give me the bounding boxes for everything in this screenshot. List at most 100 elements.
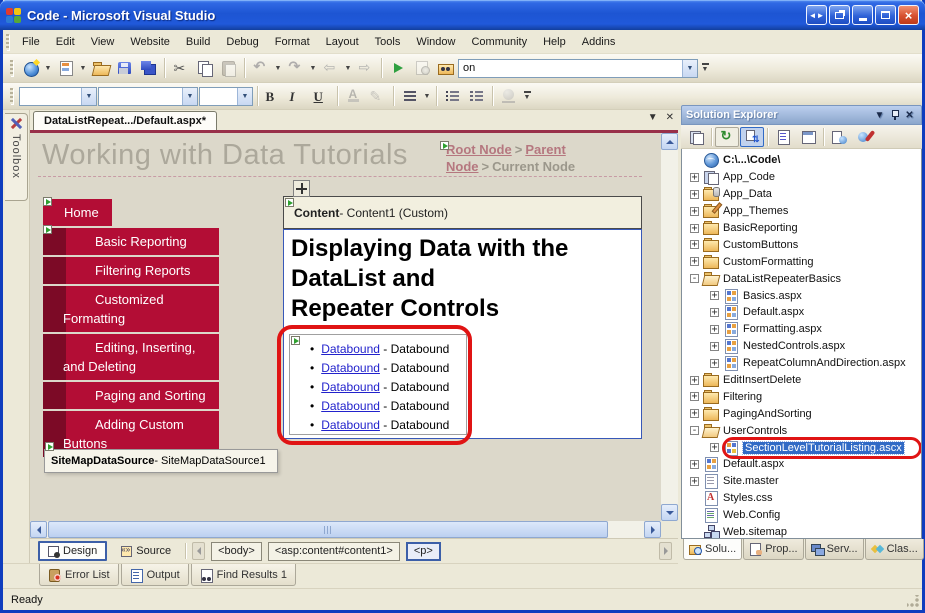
toolbar-options-button[interactable]: ▼ (521, 86, 533, 106)
tab-server-explorer[interactable]: Serv... (805, 539, 864, 560)
refresh-button[interactable] (715, 127, 739, 147)
tag-scroll-left-button[interactable] (192, 542, 205, 560)
resize-grip[interactable] (907, 595, 920, 608)
menu-window[interactable]: Window (408, 32, 463, 52)
sitemapdatasource-label[interactable]: SiteMapDataSource - SiteMapDataSource1 (44, 449, 278, 473)
tree-item[interactable]: +CustomFormatting (682, 253, 921, 270)
nav-menu-item[interactable]: Editing, Inserting, and Deleting (43, 334, 219, 380)
menu-help[interactable]: Help (535, 32, 574, 52)
tree-item[interactable]: +Site.master (682, 473, 921, 490)
toolbar-options-button[interactable]: ▼ (699, 58, 711, 78)
tab-class-view[interactable]: Clas... (865, 539, 924, 560)
start-debugging-button[interactable] (386, 57, 409, 79)
nav-menu-item[interactable]: Basic Reporting (43, 228, 219, 255)
document-list-dropdown[interactable]: ▼ (648, 112, 658, 123)
tree-item[interactable]: +Basics.aspx (682, 287, 921, 304)
tab-solution-explorer[interactable]: Solu... (683, 539, 742, 560)
menu-website[interactable]: Website (122, 32, 178, 52)
title-arrows-button[interactable]: ◄► (806, 5, 827, 25)
tree-item[interactable]: C:\...\Code\ (682, 152, 921, 169)
nav-menu-item[interactable]: Paging and Sorting (43, 382, 219, 409)
design-surface[interactable]: Working with Data Tutorials Root Node>Pa… (30, 130, 678, 538)
copy-button[interactable] (193, 57, 216, 79)
tree-item[interactable]: +NestedControls.aspx (682, 338, 921, 355)
tree-expander-icon[interactable]: + (690, 190, 699, 199)
save-all-button[interactable] (137, 57, 160, 79)
undo-button[interactable] (249, 57, 272, 79)
tab-find-results[interactable]: Find Results 1 (191, 564, 296, 586)
font-size-dropdown[interactable]: ▼ (237, 88, 252, 105)
tree-item[interactable]: -DataListRepeaterBasics (682, 270, 921, 287)
design-view-button[interactable]: Design (38, 541, 107, 561)
view-designer-button[interactable] (796, 127, 820, 147)
tree-expander-icon[interactable]: + (710, 342, 719, 351)
redo-button[interactable] (284, 57, 307, 79)
tree-item[interactable]: Styles.css (682, 490, 921, 507)
tree-item[interactable]: +App_Data (682, 186, 921, 203)
properties-button[interactable] (684, 127, 708, 147)
menu-tools[interactable]: Tools (367, 32, 409, 52)
toolbox-tab[interactable]: Toolbox (5, 113, 28, 201)
nav-menu-home[interactable]: Home (43, 199, 112, 226)
tree-item[interactable]: +BasicReporting (682, 220, 921, 237)
tab-properties[interactable]: Prop... (743, 539, 803, 560)
tree-item[interactable]: +RepeatColumnAndDirection.aspx (682, 355, 921, 372)
tree-expander-icon[interactable]: + (690, 173, 699, 182)
menu-community[interactable]: Community (463, 32, 535, 52)
tree-expander-icon[interactable]: + (690, 240, 699, 249)
tree-item[interactable]: Web.Config (682, 507, 921, 524)
undo-dropdown[interactable]: ▼ (273, 65, 283, 72)
menu-debug[interactable]: Debug (218, 32, 266, 52)
tree-item[interactable]: +PagingAndSorting (682, 405, 921, 422)
tag-p-button[interactable]: <p> (406, 542, 441, 561)
tag-body-button[interactable]: <body> (211, 542, 262, 561)
navigate-backward-dropdown[interactable]: ▼ (343, 65, 353, 72)
tree-item[interactable]: +App_Themes (682, 203, 921, 220)
source-view-button[interactable]: Source (113, 541, 179, 561)
tree-expander-icon[interactable]: - (690, 426, 699, 435)
content-control-header[interactable]: Content - Content1 (Custom) (283, 196, 642, 229)
menu-addins[interactable]: Addins (574, 32, 624, 52)
tree-item[interactable]: +App_Code (682, 169, 921, 186)
tree-item[interactable]: +Filtering (682, 388, 921, 405)
underline-button[interactable] (310, 85, 333, 107)
vertical-scrollbar[interactable] (661, 133, 678, 521)
tree-item-selected[interactable]: +SectionLevelTutorialListing.ascx (682, 439, 921, 456)
tab-error-list[interactable]: Error List (39, 564, 119, 586)
window-position-dropdown[interactable]: ▼ (872, 108, 887, 122)
tag-scroll-right-button[interactable] (659, 542, 672, 560)
cut-button[interactable] (169, 57, 192, 79)
scroll-right-button[interactable] (644, 521, 661, 538)
tree-expander-icon[interactable]: + (690, 376, 699, 385)
view-in-browser-button[interactable] (410, 57, 433, 79)
font-size-combo[interactable]: ▼ (199, 87, 253, 106)
bold-button[interactable] (262, 85, 285, 107)
menu-format[interactable]: Format (267, 32, 318, 52)
tree-item[interactable]: Web.sitemap (682, 524, 921, 539)
breadcrumb-root-link[interactable]: Root Node (446, 142, 512, 157)
tree-item[interactable]: +EditInsertDelete (682, 372, 921, 389)
tree-item[interactable]: -UserControls (682, 422, 921, 439)
menu-build[interactable]: Build (178, 32, 218, 52)
font-name-dropdown[interactable]: ▼ (182, 88, 197, 105)
maximize-button[interactable] (875, 5, 896, 25)
find-in-files-button[interactable] (434, 57, 457, 79)
tree-item[interactable]: +Default.aspx (682, 456, 921, 473)
toolbar-grip[interactable] (10, 60, 13, 76)
find-combo-dropdown[interactable]: ▼ (682, 60, 697, 77)
toolbar-grip[interactable] (10, 88, 13, 104)
tree-expander-icon[interactable]: + (710, 325, 719, 334)
tree-item[interactable]: +CustomButtons (682, 236, 921, 253)
scrollbar-thumb[interactable] (48, 521, 608, 538)
open-file-button[interactable] (89, 57, 112, 79)
tree-expander-icon[interactable]: + (690, 477, 699, 486)
close-button[interactable]: × (898, 5, 919, 25)
tree-expander-icon[interactable]: + (710, 308, 719, 317)
menu-view[interactable]: View (83, 32, 123, 52)
paste-button[interactable] (217, 57, 240, 79)
menu-edit[interactable]: Edit (48, 32, 83, 52)
numbered-list-button[interactable] (465, 85, 488, 107)
bullet-list-button[interactable] (441, 85, 464, 107)
horizontal-scrollbar[interactable] (30, 521, 661, 538)
aspnet-configuration-button[interactable] (852, 127, 876, 147)
